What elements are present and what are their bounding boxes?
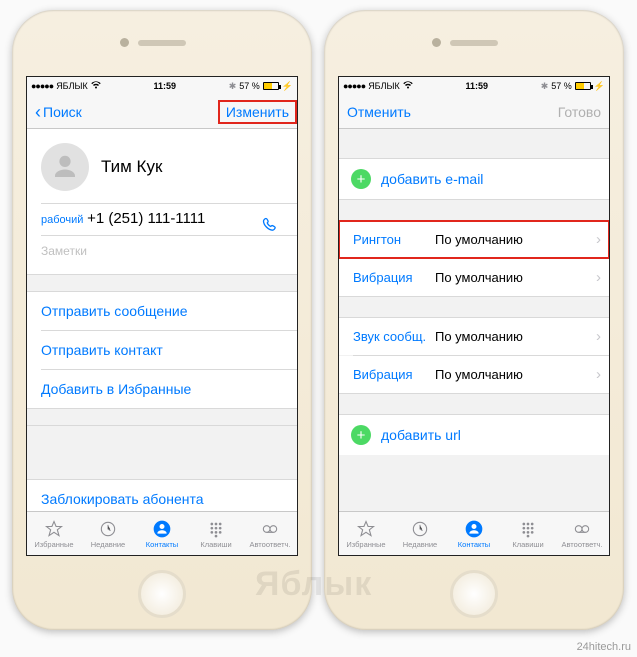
battery-pct-label: 57 % xyxy=(551,81,572,91)
carrier-label: ЯБЛЫК xyxy=(368,81,400,91)
voicemail-icon xyxy=(572,519,592,539)
chevron-right-icon: › xyxy=(596,366,601,383)
chevron-left-icon: ‹ xyxy=(35,103,41,121)
vibration-key: Вибрация xyxy=(353,270,435,285)
edit-label: Изменить xyxy=(220,102,295,122)
cancel-label: Отменить xyxy=(347,104,411,120)
ringtone-row[interactable]: Рингтон По умолчанию › xyxy=(339,221,609,258)
tab-bar: Избранные Недавние Контакты Клавиши Авто… xyxy=(339,511,609,555)
battery-pct-label: 57 % xyxy=(239,81,260,91)
send-message-button[interactable]: Отправить сообщение xyxy=(27,292,297,330)
notes-field[interactable]: Заметки xyxy=(27,236,297,274)
contact-name: Тим Кук xyxy=(101,157,162,177)
signal-dots-icon: ●●●●● xyxy=(343,81,365,91)
keypad-icon xyxy=(206,519,226,539)
add-email-row[interactable]: + добавить e-mail xyxy=(339,159,609,199)
screen-left: ●●●●● ЯБЛЫК 11:59 ✱ 57 % ⚡ ‹ Поиск xyxy=(26,76,298,556)
phone-icon[interactable] xyxy=(261,216,281,239)
block-contact-button[interactable]: Заблокировать абонента xyxy=(27,480,297,511)
charge-icon: ⚡ xyxy=(594,81,605,92)
phone-right: ●●●●● ЯБЛЫК 11:59 ✱ 57 % ⚡ Отменить xyxy=(324,10,624,630)
vibration-value: По умолчанию xyxy=(435,270,596,285)
chevron-right-icon: › xyxy=(596,269,601,286)
bluetooth-icon: ✱ xyxy=(229,81,237,92)
clock-label: 11:59 xyxy=(465,81,488,91)
plus-icon: + xyxy=(351,169,371,189)
add-email-label: добавить e-mail xyxy=(381,171,483,187)
tab-recents[interactable]: Недавние xyxy=(393,512,447,555)
phone-type-label: рабочий xyxy=(41,214,83,226)
msg-sound-row[interactable]: Звук сообщ. По умолчанию › xyxy=(339,318,609,355)
home-button[interactable] xyxy=(138,570,186,618)
star-icon xyxy=(356,519,376,539)
tab-contacts[interactable]: Контакты xyxy=(447,512,501,555)
edit-contact: + добавить e-mail Рингтон По умолчанию ›… xyxy=(339,129,609,511)
home-button[interactable] xyxy=(450,570,498,618)
msg-vibration-key: Вибрация xyxy=(353,367,435,382)
speaker xyxy=(138,40,186,46)
edit-button[interactable]: Изменить xyxy=(226,104,289,120)
tab-contacts[interactable]: Контакты xyxy=(135,512,189,555)
avatar xyxy=(41,143,89,191)
ringtone-key: Рингтон xyxy=(353,232,435,247)
wifi-icon xyxy=(403,81,413,91)
bluetooth-icon: ✱ xyxy=(541,81,549,92)
person-icon xyxy=(152,519,172,539)
done-label: Готово xyxy=(558,104,601,120)
keypad-icon xyxy=(518,519,538,539)
msg-vibration-value: По умолчанию xyxy=(435,367,596,382)
screen-right: ●●●●● ЯБЛЫК 11:59 ✱ 57 % ⚡ Отменить xyxy=(338,76,610,556)
chevron-right-icon: › xyxy=(596,328,601,345)
vibration-row[interactable]: Вибрация По умолчанию › xyxy=(339,259,609,296)
msg-vibration-row[interactable]: Вибрация По умолчанию › xyxy=(339,356,609,393)
tab-favorites[interactable]: Избранные xyxy=(27,512,81,555)
phone-number: +1 (251) 111-1111 xyxy=(87,210,205,227)
status-bar: ●●●●● ЯБЛЫК 11:59 ✱ 57 % ⚡ xyxy=(339,77,609,95)
tab-voicemail[interactable]: Автоответч. xyxy=(555,512,609,555)
phone-left: ●●●●● ЯБЛЫК 11:59 ✱ 57 % ⚡ ‹ Поиск xyxy=(12,10,312,630)
tab-voicemail[interactable]: Автоответч. xyxy=(243,512,297,555)
cancel-button[interactable]: Отменить xyxy=(347,104,411,120)
msg-sound-key: Звук сообщ. xyxy=(353,329,435,344)
tab-recents[interactable]: Недавние xyxy=(81,512,135,555)
person-icon xyxy=(464,519,484,539)
nav-bar: Отменить Готово xyxy=(339,95,609,129)
tab-favorites[interactable]: Избранные xyxy=(339,512,393,555)
done-button[interactable]: Готово xyxy=(558,104,601,120)
front-camera xyxy=(432,38,441,47)
tab-keypad[interactable]: Клавиши xyxy=(501,512,555,555)
chevron-right-icon: › xyxy=(596,231,601,248)
star-icon xyxy=(44,519,64,539)
voicemail-icon xyxy=(260,519,280,539)
battery-icon xyxy=(263,82,279,90)
charge-icon: ⚡ xyxy=(282,81,293,92)
add-url-label: добавить url xyxy=(381,427,461,443)
add-url-row[interactable]: + добавить url xyxy=(339,415,609,455)
ringtone-value: По умолчанию xyxy=(435,232,596,247)
clock-icon xyxy=(410,519,430,539)
wifi-icon xyxy=(91,81,101,91)
carrier-label: ЯБЛЫК xyxy=(56,81,88,91)
contact-detail: Тим Кук рабочий +1 (251) 111-1111 Заметк… xyxy=(27,129,297,511)
tab-bar: Избранные Недавние Контакты Клавиши Авто… xyxy=(27,511,297,555)
add-favorite-button[interactable]: Добавить в Избранные xyxy=(27,370,297,408)
phone-row[interactable]: рабочий +1 (251) 111-1111 xyxy=(27,204,297,235)
speaker xyxy=(450,40,498,46)
status-bar: ●●●●● ЯБЛЫК 11:59 ✱ 57 % ⚡ xyxy=(27,77,297,95)
signal-dots-icon: ●●●●● xyxy=(31,81,53,91)
credit-label: 24hitech.ru xyxy=(577,641,631,653)
back-label: Поиск xyxy=(43,104,82,120)
clock-label: 11:59 xyxy=(153,81,176,91)
clock-icon xyxy=(98,519,118,539)
back-button[interactable]: ‹ Поиск xyxy=(35,103,82,121)
tab-keypad[interactable]: Клавиши xyxy=(189,512,243,555)
battery-icon xyxy=(575,82,591,90)
msg-sound-value: По умолчанию xyxy=(435,329,596,344)
plus-icon: + xyxy=(351,425,371,445)
nav-bar: ‹ Поиск Изменить xyxy=(27,95,297,129)
front-camera xyxy=(120,38,129,47)
send-contact-button[interactable]: Отправить контакт xyxy=(27,331,297,369)
